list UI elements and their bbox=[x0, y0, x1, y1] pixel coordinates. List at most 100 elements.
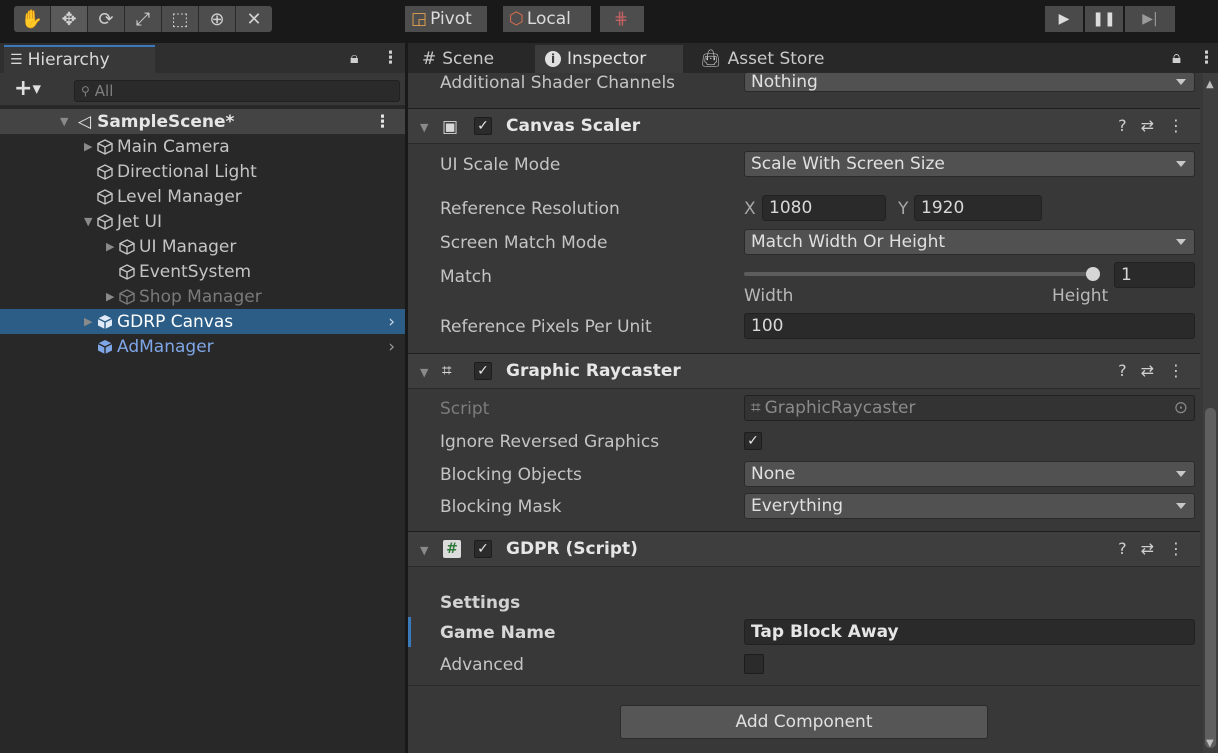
list-item-selected[interactable]: ▶ GDRP Canvas › bbox=[0, 309, 405, 334]
chevron-right-icon[interactable]: › bbox=[388, 337, 395, 357]
more-options-icon[interactable]: ⋮ bbox=[1198, 48, 1215, 68]
help-icon[interactable]: ? bbox=[1118, 361, 1127, 380]
unity-scene-icon: ◁ bbox=[78, 111, 92, 132]
separator bbox=[408, 685, 1200, 686]
search-input[interactable]: ⚲ All bbox=[74, 80, 400, 102]
list-icon: ☰ bbox=[10, 52, 23, 68]
canvas-scaler-header[interactable]: ▼ ▣ ✓ Canvas Scaler ? ⇄ ⋮ bbox=[408, 108, 1200, 144]
game-name-field[interactable]: Tap Block Away bbox=[744, 619, 1195, 645]
presets-icon[interactable]: ⇄ bbox=[1141, 539, 1154, 558]
help-icon[interactable]: ? bbox=[1118, 116, 1127, 135]
step-icon: ▶| bbox=[1142, 11, 1158, 27]
component-menu-icon[interactable]: ⋮ bbox=[1168, 361, 1184, 380]
prefab-icon bbox=[97, 339, 113, 354]
ui-scale-mode-label: UI Scale Mode bbox=[440, 155, 561, 175]
add-object-button[interactable]: +▼ bbox=[14, 76, 41, 101]
tab-asset-store[interactable]: 👜︎ Asset Store bbox=[690, 45, 834, 73]
tab-hierarchy[interactable]: ☰ Hierarchy bbox=[4, 45, 155, 73]
advanced-checkbox[interactable] bbox=[744, 654, 764, 674]
scroll-down-icon[interactable]: ▼ bbox=[1206, 738, 1214, 749]
more-options-icon[interactable]: ⋮ bbox=[382, 48, 399, 68]
x-label: X bbox=[744, 199, 756, 219]
help-icon[interactable]: ? bbox=[1118, 539, 1127, 558]
presets-icon[interactable]: ⇄ bbox=[1141, 361, 1154, 380]
play-icon: ▶ bbox=[1058, 11, 1070, 27]
component-menu-icon[interactable]: ⋮ bbox=[1168, 116, 1184, 135]
hand-tool-icon[interactable]: ✋ bbox=[14, 6, 51, 32]
play-button[interactable]: ▶ bbox=[1045, 6, 1083, 32]
pause-button[interactable]: ❚❚ bbox=[1085, 6, 1123, 32]
canvas-scaler-enabled-checkbox[interactable]: ✓ bbox=[474, 117, 492, 135]
match-label: Match bbox=[440, 267, 492, 287]
component-menu-icon[interactable]: ⋮ bbox=[1168, 539, 1184, 558]
blocking-objects-dropdown[interactable]: None bbox=[744, 461, 1195, 487]
list-item[interactable]: ▶ Shop Manager bbox=[0, 284, 405, 309]
rect-tool-icon[interactable]: ⬚ bbox=[162, 6, 199, 32]
csharp-script-icon: # bbox=[443, 540, 461, 558]
list-item[interactable]: ▶ Main Camera bbox=[0, 134, 405, 159]
list-item[interactable]: ▼ Jet UI bbox=[0, 209, 405, 234]
lock-icon[interactable]: 🔒︎ bbox=[1172, 48, 1181, 68]
tab-scene[interactable]: # Scene bbox=[412, 45, 504, 73]
y-label: Y bbox=[898, 199, 909, 219]
script-field[interactable]: ⌗ GraphicRaycaster ⊙ bbox=[744, 395, 1195, 421]
resolution-x-field[interactable]: 1080 bbox=[762, 195, 886, 221]
custom-tool-icon[interactable]: ✕ bbox=[236, 6, 272, 32]
match-slider-knob[interactable] bbox=[1086, 267, 1100, 281]
pivot-toggle[interactable]: ◲ Pivot bbox=[405, 6, 487, 32]
graphic-raycaster-header[interactable]: ▼ ⌗ ✓ Graphic Raycaster ? ⇄ ⋮ bbox=[408, 353, 1200, 389]
gdpr-script-enabled-checkbox[interactable]: ✓ bbox=[474, 540, 492, 558]
chevron-right-icon: ▶ bbox=[106, 290, 115, 303]
inspector-panel: # Scene i Inspector 👜︎ Asset Store 🔒︎ ⋮ … bbox=[408, 43, 1218, 753]
list-item[interactable]: Level Manager bbox=[0, 184, 405, 209]
match-value-field[interactable]: 1 bbox=[1114, 262, 1195, 288]
blocking-mask-label: Blocking Mask bbox=[440, 497, 562, 517]
shader-channels-label: Additional Shader Channels bbox=[440, 73, 676, 93]
scene-menu-icon[interactable]: ⋮ bbox=[374, 112, 391, 132]
resolution-y-field[interactable]: 1920 bbox=[914, 195, 1042, 221]
list-item[interactable]: Directional Light bbox=[0, 159, 405, 184]
list-item[interactable]: EventSystem bbox=[0, 259, 405, 284]
scrollbar-thumb[interactable] bbox=[1205, 408, 1216, 748]
screen-match-mode-dropdown[interactable]: Match Width Or Height bbox=[744, 229, 1195, 255]
local-icon: ⬡ bbox=[509, 9, 524, 29]
rotate-tool-icon[interactable]: ⟳ bbox=[88, 6, 125, 32]
reference-ppu-label: Reference Pixels Per Unit bbox=[440, 317, 652, 337]
game-name-label: Game Name bbox=[440, 623, 556, 643]
chevron-down-icon: ▼ bbox=[420, 544, 429, 557]
list-item[interactable]: ▶ UI Manager bbox=[0, 234, 405, 259]
raycaster-icon: ⌗ bbox=[442, 361, 452, 381]
settings-header: Settings bbox=[440, 593, 521, 613]
transform-tool-icon[interactable]: ⊕ bbox=[199, 6, 236, 32]
ignore-reversed-checkbox[interactable]: ✓ bbox=[744, 432, 762, 450]
chevron-down-icon: ▼ bbox=[84, 215, 93, 228]
script-label: Script bbox=[440, 399, 490, 419]
gameobject-icon bbox=[97, 138, 113, 155]
match-slider-track[interactable] bbox=[744, 272, 1100, 276]
tab-inspector[interactable]: i Inspector bbox=[535, 45, 683, 73]
ui-scale-mode-dropdown[interactable]: Scale With Screen Size bbox=[744, 151, 1195, 177]
reference-ppu-field[interactable]: 100 bbox=[744, 313, 1195, 339]
move-tool-icon[interactable]: ✥ bbox=[51, 6, 88, 32]
add-component-button[interactable]: Add Component bbox=[620, 705, 988, 739]
object-picker-icon[interactable]: ⊙ bbox=[1174, 398, 1188, 418]
presets-icon[interactable]: ⇄ bbox=[1141, 116, 1154, 135]
pivot-icon: ◲ bbox=[411, 9, 428, 29]
chevron-down-icon: ▼ bbox=[60, 115, 69, 128]
graphic-raycaster-enabled-checkbox[interactable]: ✓ bbox=[474, 362, 492, 380]
list-item[interactable]: AdManager › bbox=[0, 334, 405, 359]
script-icon: ⌗ bbox=[751, 398, 761, 418]
scale-tool-icon[interactable]: ⤢ bbox=[125, 6, 162, 32]
scroll-up-icon[interactable]: ▲ bbox=[1206, 79, 1214, 90]
gameobject-icon bbox=[119, 238, 135, 255]
lock-icon[interactable]: 🔒︎ bbox=[350, 48, 359, 68]
scene-row[interactable]: ▼ ◁ SampleScene* ⋮ bbox=[0, 109, 405, 134]
chevron-right-icon[interactable]: › bbox=[388, 312, 395, 332]
shader-channels-dropdown[interactable]: Nothing bbox=[744, 72, 1195, 92]
blocking-mask-dropdown[interactable]: Everything bbox=[744, 493, 1195, 519]
gdpr-script-header[interactable]: ▼ # ✓ GDPR (Script) ? ⇄ ⋮ bbox=[408, 531, 1200, 567]
chevron-right-icon: ▶ bbox=[84, 140, 93, 153]
local-toggle[interactable]: ⬡ Local bbox=[503, 6, 591, 32]
grid-snap-toggle[interactable]: ⋕ bbox=[600, 6, 644, 32]
step-button[interactable]: ▶| bbox=[1125, 6, 1175, 32]
